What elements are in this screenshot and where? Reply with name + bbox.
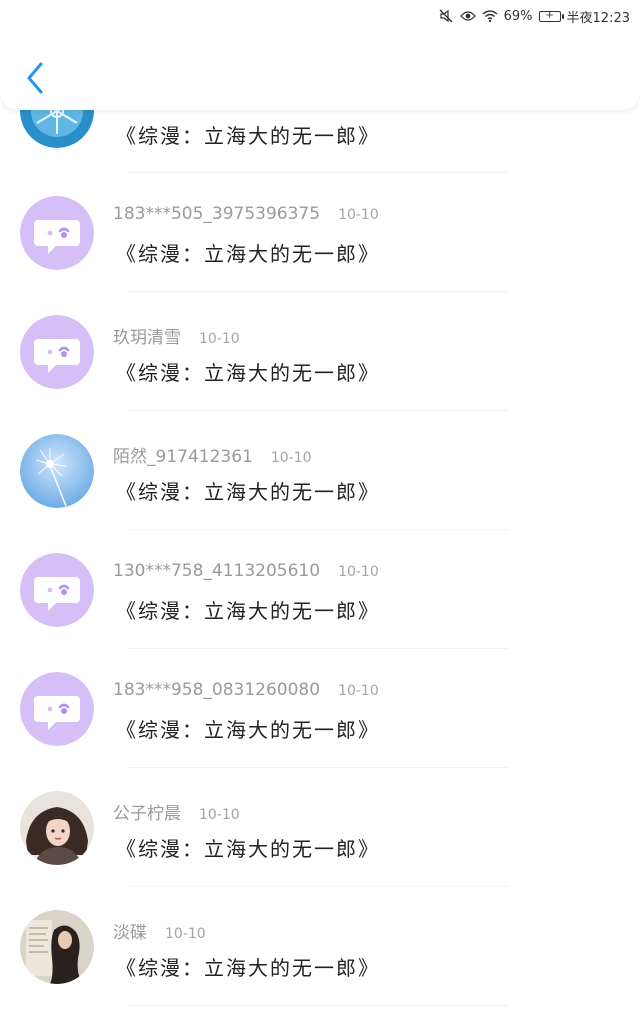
- avatar[interactable]: [20, 315, 94, 389]
- username[interactable]: 183***958_0831260080: [113, 680, 320, 700]
- avatar[interactable]: [20, 196, 94, 270]
- default-avatar-icon: [20, 196, 94, 270]
- portrait-avatar-icon: [20, 791, 94, 865]
- username[interactable]: 130***758_4113205610: [113, 561, 320, 581]
- divider: [128, 1005, 508, 1006]
- divider: [128, 291, 508, 292]
- list-item[interactable]: 公子柠晨 10-10 《综漫：立海大的无一郎》: [0, 789, 640, 908]
- user-info: 公子柠晨 10-10: [113, 799, 240, 825]
- avatar[interactable]: [20, 672, 94, 746]
- date: 10-10: [270, 450, 312, 466]
- user-info: 陌然_917412361 10-10: [113, 442, 312, 468]
- avatar[interactable]: [20, 553, 94, 627]
- default-avatar-icon: [20, 553, 94, 627]
- book-title: 《综漫：立海大的无一郎》: [116, 956, 380, 980]
- user-info: 183***505_3975396375 10-10: [113, 204, 379, 230]
- date: 10-10: [199, 331, 240, 347]
- photo-avatar-icon: [20, 910, 94, 984]
- divider: [128, 886, 508, 887]
- list-item[interactable]: 陌然_917412361 10-10 《综漫：立海大的无一郎》: [0, 432, 640, 551]
- back-button[interactable]: [18, 56, 52, 100]
- top-bar: 69% + 半夜12:23: [0, 0, 640, 110]
- book-title: 《综漫：立海大的无一郎》: [116, 242, 380, 266]
- book-title: 《综漫：立海大的无一郎》: [116, 599, 380, 623]
- chevron-left-icon: [27, 62, 43, 94]
- book-title: 《综漫：立海大的无一郎》: [116, 361, 380, 385]
- user-info: 玖玥清雪 10-10: [113, 323, 240, 349]
- book-title: 《综漫：立海大的无一郎》: [116, 718, 380, 742]
- date: 10-10: [338, 683, 379, 699]
- list-item[interactable]: 淡碟 10-10 《综漫：立海大的无一郎》: [0, 908, 640, 1024]
- divider: [128, 648, 508, 649]
- divider: [128, 172, 508, 173]
- clock: 半夜12:23: [566, 10, 630, 26]
- date: 10-10: [165, 926, 206, 942]
- list-item[interactable]: 130***758_4113205610 10-10 《综漫：立海大的无一郎》: [0, 551, 640, 670]
- screen: 《综漫：立海大的无一郎》 183***505_3975396375 10-10 …: [0, 0, 640, 1024]
- battery-percent: 69%: [503, 8, 533, 24]
- avatar[interactable]: [20, 791, 94, 865]
- user-info: 淡碟 10-10: [113, 918, 206, 944]
- eye-icon: [459, 11, 476, 21]
- wifi-icon: [482, 10, 498, 23]
- user-info: 183***958_0831260080 10-10: [113, 680, 379, 706]
- list-item[interactable]: 183***505_3975396375 10-10 《综漫：立海大的无一郎》: [0, 194, 640, 313]
- default-avatar-icon: [20, 672, 94, 746]
- divider: [128, 767, 508, 768]
- date: 10-10: [338, 207, 379, 223]
- username[interactable]: 玖玥清雪: [113, 323, 181, 348]
- username[interactable]: 183***505_3975396375: [113, 204, 320, 224]
- username[interactable]: 淡碟: [113, 918, 147, 943]
- book-title: 《综漫：立海大的无一郎》: [116, 480, 380, 504]
- list-item[interactable]: 183***958_0831260080 10-10 《综漫：立海大的无一郎》: [0, 670, 640, 789]
- dandelion-avatar-icon: [20, 434, 94, 508]
- default-avatar-icon: [20, 315, 94, 389]
- user-info: 130***758_4113205610 10-10: [113, 561, 379, 587]
- mute-icon: [439, 9, 453, 23]
- divider: [128, 529, 508, 530]
- avatar[interactable]: [20, 910, 94, 984]
- avatar[interactable]: [20, 434, 94, 508]
- book-title: 《综漫：立海大的无一郎》: [116, 837, 380, 861]
- status-bar: 69% + 半夜12:23: [438, 4, 630, 28]
- username[interactable]: 公子柠晨: [113, 799, 181, 824]
- list-item[interactable]: 玖玥清雪 10-10 《综漫：立海大的无一郎》: [0, 313, 640, 432]
- book-title: 《综漫：立海大的无一郎》: [116, 124, 380, 148]
- battery-icon: +: [538, 10, 564, 22]
- date: 10-10: [199, 807, 240, 823]
- divider: [128, 410, 508, 411]
- date: 10-10: [338, 564, 379, 580]
- username[interactable]: 陌然_917412361: [113, 442, 253, 467]
